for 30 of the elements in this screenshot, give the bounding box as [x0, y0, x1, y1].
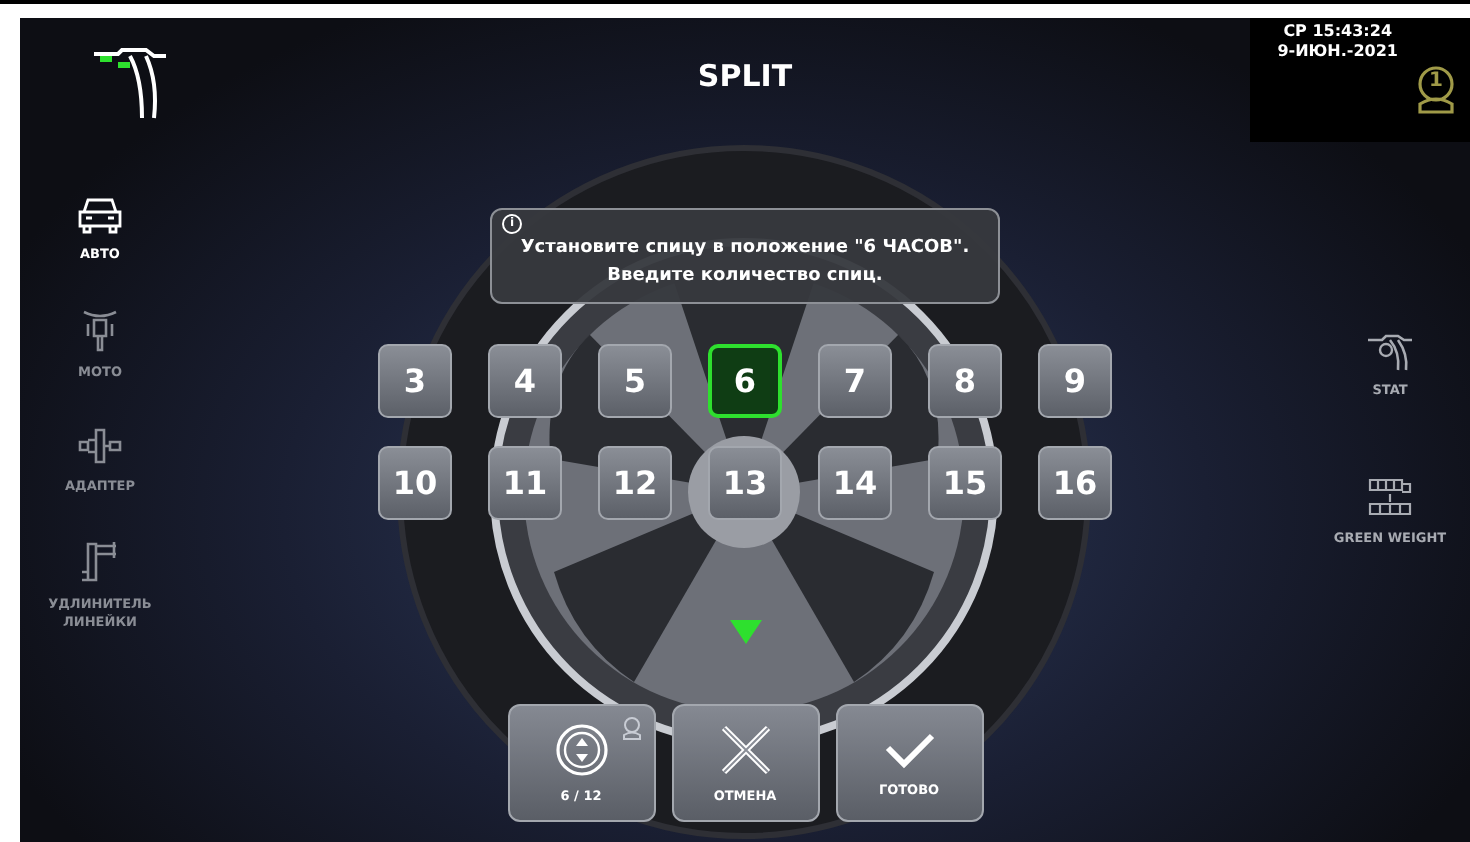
number-key[interactable]: 12	[598, 446, 672, 520]
number-key[interactable]: 11	[488, 446, 562, 520]
day-time-text: СР 15:43:24	[1283, 22, 1393, 42]
screen-title: SPLIT	[695, 56, 795, 98]
position-marker-icon	[729, 620, 761, 644]
number-key[interactable]: 7	[818, 344, 892, 418]
adapter-icon	[78, 426, 122, 466]
number-key[interactable]: 6	[708, 344, 782, 418]
car-icon	[78, 194, 122, 234]
instruction-text: Введите количество спиц.	[605, 264, 885, 290]
number-key[interactable]: 14	[818, 446, 892, 520]
motorcycle-icon	[82, 308, 118, 352]
number-key[interactable]: 16	[1038, 446, 1112, 520]
weights-icon	[1366, 476, 1414, 520]
number-key[interactable]: 9	[1038, 344, 1112, 418]
close-icon	[719, 723, 771, 775]
balancer-arm-icon	[1366, 332, 1414, 372]
number-key[interactable]: 3	[378, 344, 452, 418]
up-down-dial-icon	[555, 723, 607, 775]
number-key[interactable]: 15	[928, 446, 1002, 520]
number-key[interactable]: 13	[708, 446, 782, 520]
date-text: 9-ИЮН.-2021	[1277, 42, 1398, 62]
user-icon	[621, 716, 641, 740]
number-key[interactable]: 5	[598, 344, 672, 418]
instruction-text: Установите спицу в положение "6 ЧАСОВ".	[518, 236, 972, 262]
number-key[interactable]: 8	[928, 344, 1002, 418]
ruler-extension-icon	[80, 540, 120, 584]
checkmark-icon	[883, 729, 935, 769]
number-key[interactable]: 4	[488, 344, 562, 418]
number-key[interactable]: 10	[378, 446, 452, 520]
